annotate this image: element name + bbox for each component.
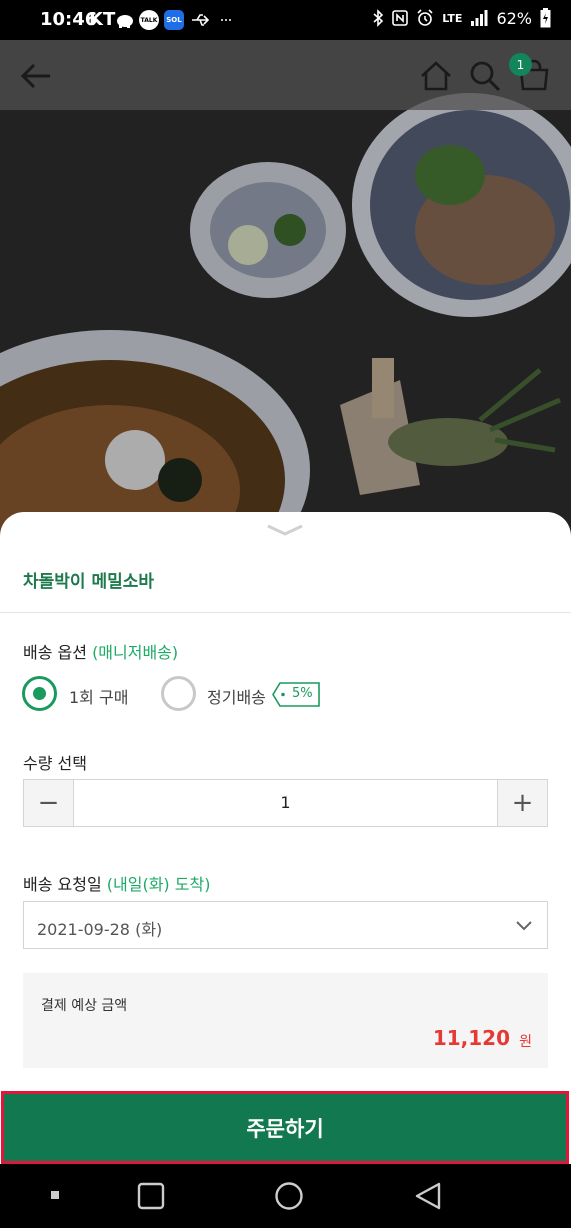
recent-apps-icon[interactable] [137, 1182, 165, 1210]
cart-count-badge: 1 [509, 53, 532, 76]
chevron-down-icon [516, 921, 532, 931]
status-carrier: KT [89, 9, 116, 30]
piggy-bank-icon [117, 15, 133, 28]
search-icon[interactable] [467, 58, 503, 94]
delivery-option-label: 배송 옵션 (매니저배송) [23, 639, 178, 663]
estimated-price-label: 결제 예상 금액 [41, 998, 128, 1014]
status-bar: 10:46 KT TALK SOL LTE 62% [0, 0, 571, 40]
subscription-label[interactable]: 정기배송 [207, 684, 266, 708]
divider [0, 612, 571, 613]
quantity-label: 수량 선택 [23, 754, 87, 773]
system-nav-bar [0, 1164, 571, 1228]
discount-percent: 5% [292, 686, 313, 701]
quantity-value[interactable]: 1 [74, 780, 497, 826]
sol-app-icon: SOL [164, 10, 184, 30]
delivery-option-accent: (매니저배송) [92, 643, 179, 662]
estimated-price-box: 결제 예상 금액 11,120 원 [23, 973, 548, 1068]
price-currency-unit: 원 [519, 1034, 532, 1050]
signal-icon [471, 10, 488, 26]
delivery-date-select[interactable]: 2021-09-28 (화) [23, 901, 548, 949]
food-photo-illustration [0, 40, 571, 540]
radio-subscription[interactable] [161, 676, 196, 711]
delivery-option-title: 배송 옵션 [23, 643, 87, 662]
talk-app-icon: TALK [139, 10, 159, 30]
network-type: LTE [442, 11, 463, 25]
quantity-stepper: − 1 + [23, 779, 548, 827]
delivery-date-value: 2021-09-28 (화) [37, 920, 163, 939]
battery-icon [540, 8, 551, 28]
product-title: 차돌박이 메밀소바 [23, 572, 155, 592]
radio-one-time-purchase[interactable] [22, 676, 57, 711]
alarm-icon [417, 9, 433, 26]
battery-percent: 62% [496, 8, 532, 28]
order-button[interactable]: 주문하기 [1, 1091, 569, 1164]
product-image [0, 40, 571, 540]
back-arrow-icon[interactable] [18, 58, 54, 94]
decrease-quantity-button[interactable]: − [24, 780, 74, 826]
delivery-date-title: 배송 요청일 [23, 875, 102, 894]
home-icon[interactable] [418, 58, 454, 94]
one-time-purchase-label[interactable]: 1회 구매 [69, 684, 128, 708]
delivery-date-label: 배송 요청일 (내일(화) 도착) [23, 871, 210, 895]
collapse-handle-icon[interactable] [266, 522, 304, 538]
nfc-icon [392, 10, 409, 26]
more-notifications-icon [221, 19, 231, 21]
usb-icon [192, 14, 210, 26]
back-nav-icon[interactable] [414, 1181, 442, 1211]
increase-quantity-button[interactable]: + [497, 780, 547, 826]
nav-dot-icon [51, 1191, 59, 1199]
home-nav-icon[interactable] [274, 1181, 304, 1211]
bluetooth-icon [373, 9, 384, 27]
delivery-date-accent: (내일(화) 도착) [106, 875, 211, 894]
estimated-price-amount: 11,120 [432, 1026, 510, 1050]
status-right: LTE 62% [372, 8, 551, 28]
